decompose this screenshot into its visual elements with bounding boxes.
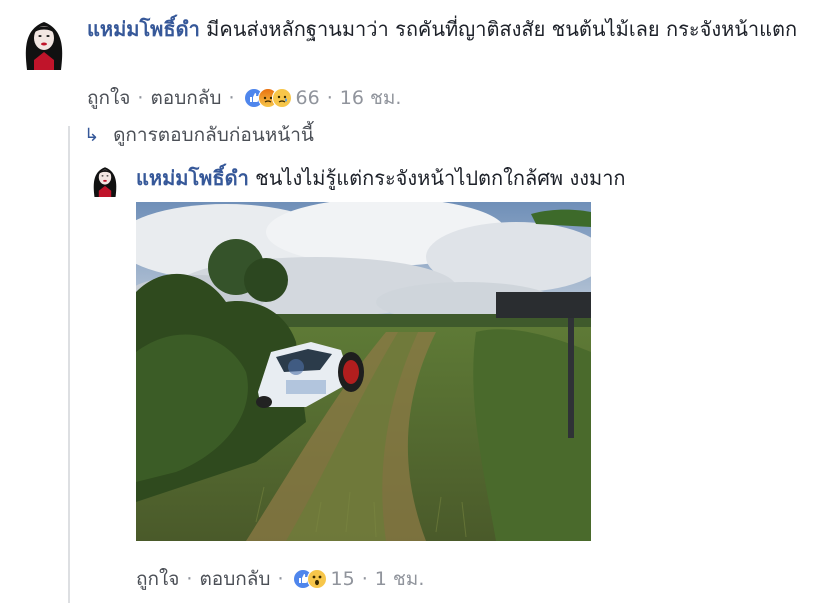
separator: · [137,87,144,109]
reply-link[interactable]: ตอบกลับ [199,564,270,594]
reaction-count[interactable]: 15 [331,568,355,590]
attached-photo[interactable] [136,202,591,541]
comment-actions: ถูกใจ · ตอบกลับ · 66 · 16 ชม. [87,84,401,112]
reply-link[interactable]: ตอบกลับ [150,83,221,113]
avatar[interactable] [15,12,73,70]
separator: · [277,568,284,590]
comment-thread: แหม่มโพธิ์ดำ มีคนส่งหลักฐานมาว่า รถคันที… [0,0,815,603]
like-link[interactable]: ถูกใจ [136,564,179,594]
comment-text: ชนไงไม่รู้แต่กระจังหน้าไปตกใกล้ศพ งงมาก [255,166,626,190]
reaction-summary[interactable] [243,88,292,108]
comment-text: มีคนส่งหลักฐานมาว่า รถคันที่ญาติสงสัย ชน… [206,17,798,41]
sad-reaction-icon [271,88,292,108]
comment-author[interactable]: แหม่มโพธิ์ดำ [136,166,249,190]
separator: · [361,568,368,590]
comment-timestamp[interactable]: 1 ชม. [375,564,425,594]
reply-thread-line [68,126,70,603]
reply-actions: ถูกใจ · ตอบกลับ · 15 · 1 ชม. [136,565,424,593]
reaction-count[interactable]: 66 [296,87,320,109]
separator: · [186,568,193,590]
comment-timestamp[interactable]: 16 ชม. [340,83,402,113]
main-comment: แหม่มโพธิ์ดำ มีคนส่งหลักฐานมาว่า รถคันที… [87,14,802,44]
separator: · [326,87,333,109]
avatar[interactable] [87,161,123,197]
like-link[interactable]: ถูกใจ [87,83,130,113]
reply-arrow-icon: ↳ [84,124,100,146]
view-previous-replies-label: ดูการตอบกลับก่อนหน้านี้ [113,124,314,146]
separator: · [228,87,235,109]
view-previous-replies[interactable]: ↳ ดูการตอบกลับก่อนหน้านี้ [84,120,314,150]
wow-reaction-icon [306,569,327,589]
comment-author[interactable]: แหม่มโพธิ์ดำ [87,17,200,41]
reaction-summary[interactable] [292,569,327,589]
reply-comment: แหม่มโพธิ์ดำ ชนไงไม่รู้แต่กระจังหน้าไปตก… [136,163,626,193]
